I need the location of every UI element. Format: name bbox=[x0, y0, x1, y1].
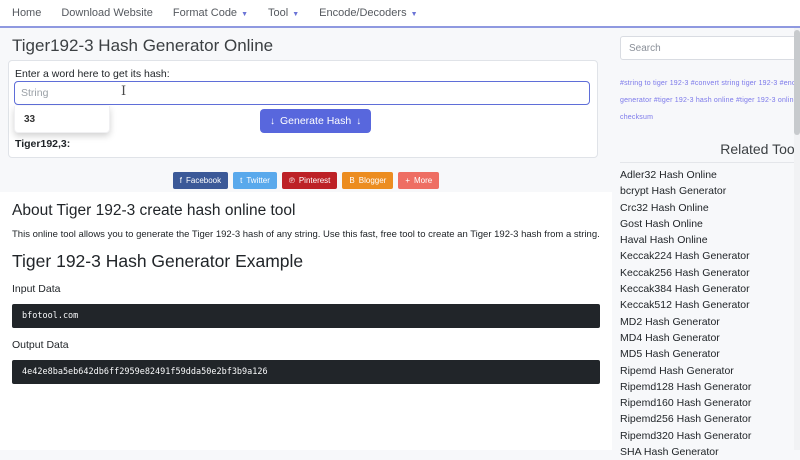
share-pinterest-button[interactable]: ℗ Pinterest bbox=[282, 172, 337, 189]
related-tools-heading: Related Tools bbox=[620, 141, 800, 163]
nav-item-label: Home bbox=[12, 7, 41, 19]
related-tool-link[interactable]: Ripemd128 Hash Generator bbox=[620, 379, 800, 395]
share-button-label: Facebook bbox=[186, 176, 221, 185]
hashtag-line[interactable]: checksum bbox=[620, 109, 800, 126]
related-tool-link[interactable]: Ripemd160 Hash Generator bbox=[620, 395, 800, 411]
scrollbar-track[interactable] bbox=[794, 0, 800, 450]
nav-item[interactable]: Encode/Decoders ▼ bbox=[309, 7, 427, 19]
blogger-icon: B bbox=[349, 176, 354, 185]
hashtag-line[interactable]: generator #tiger 192-3 hash online #tige… bbox=[620, 92, 800, 109]
related-tool-link[interactable]: MD4 Hash Generator bbox=[620, 330, 800, 346]
related-tool-link[interactable]: MD2 Hash Generator bbox=[620, 314, 800, 330]
related-tool-link[interactable]: Keccak384 Hash Generator bbox=[620, 281, 800, 297]
example-input-code-block: bfotool.com bbox=[12, 304, 600, 328]
example-output-code-block: 4e42e8ba5eb642db6ff2959e82491f59dda50e2b… bbox=[12, 360, 600, 384]
related-tool-link[interactable]: Keccak224 Hash Generator bbox=[620, 248, 800, 264]
chevron-down-icon: ▼ bbox=[411, 11, 418, 18]
nav-item[interactable]: Download Website bbox=[51, 7, 163, 19]
top-navbar: Home Download Website Format Code ▼ Tool… bbox=[0, 0, 800, 28]
share-button-label: Twitter bbox=[246, 176, 270, 185]
nav-item[interactable]: Tool ▼ bbox=[258, 7, 309, 19]
input-data-label: Input Data bbox=[12, 283, 600, 295]
down-arrow-icon: ↓ bbox=[270, 116, 275, 127]
string-input[interactable] bbox=[14, 81, 590, 105]
share-button-label: Pinterest bbox=[299, 176, 331, 185]
chevron-down-icon: ▼ bbox=[241, 11, 248, 18]
page-title: Tiger192-3 Hash Generator Online bbox=[12, 36, 273, 56]
share-button-row: f Facebook t Twitter ℗ Pinterest B Blogg… bbox=[0, 172, 612, 189]
hash-result-label: Tiger192,3: bbox=[15, 138, 70, 150]
related-tool-link[interactable]: Crc32 Hash Online bbox=[620, 200, 800, 216]
share-button-label: Blogger bbox=[359, 176, 387, 185]
nav-item-label: Format Code bbox=[173, 7, 237, 19]
chevron-down-icon: ▼ bbox=[292, 11, 299, 18]
suggestion-value: 33 bbox=[24, 114, 35, 125]
plus-icon: + bbox=[405, 176, 410, 185]
generate-hash-button[interactable]: ↓ Generate Hash ↓ bbox=[260, 109, 371, 133]
related-tool-link[interactable]: Haval Hash Online bbox=[620, 232, 800, 248]
nav-item-label: Download Website bbox=[61, 7, 153, 19]
nav-item-label: Tool bbox=[268, 7, 288, 19]
share-blogger-button[interactable]: B Blogger bbox=[342, 172, 393, 189]
related-tool-link[interactable]: Ripemd320 Hash Generator bbox=[620, 428, 800, 444]
example-heading: Tiger 192-3 Hash Generator Example bbox=[12, 251, 600, 272]
related-tool-link[interactable]: Ripemd256 Hash Generator bbox=[620, 411, 800, 427]
scrollbar-thumb[interactable] bbox=[794, 30, 800, 135]
related-tool-link[interactable]: Adler32 Hash Online bbox=[620, 167, 800, 183]
pinterest-icon: ℗ bbox=[289, 176, 295, 185]
related-tool-link[interactable]: Keccak512 Hash Generator bbox=[620, 297, 800, 313]
about-section: About Tiger 192-3 create hash online too… bbox=[0, 192, 612, 450]
nav-item[interactable]: Home bbox=[2, 7, 51, 19]
related-tool-link[interactable]: bcrypt Hash Generator bbox=[620, 183, 800, 199]
twitter-bird-icon: t bbox=[240, 176, 242, 185]
related-tool-link[interactable]: Gost Hash Online bbox=[620, 216, 800, 232]
hashtag-links: #string to tiger 192-3 #convert string t… bbox=[620, 75, 800, 126]
about-paragraph: This online tool allows you to generate … bbox=[12, 229, 600, 240]
about-heading: About Tiger 192-3 create hash online too… bbox=[12, 202, 600, 220]
hashtag-line[interactable]: #string to tiger 192-3 #convert string t… bbox=[620, 75, 800, 92]
related-tools-list: Adler32 Hash Online bcrypt Hash Generato… bbox=[620, 163, 800, 460]
nav-item-label: Encode/Decoders bbox=[319, 7, 406, 19]
related-tool-link[interactable]: Keccak256 Hash Generator bbox=[620, 265, 800, 281]
hash-form-card: Enter a word here to get its hash: I 33 … bbox=[8, 60, 598, 158]
input-instruction-label: Enter a word here to get its hash: bbox=[15, 68, 170, 80]
generate-hash-label: Generate Hash bbox=[280, 115, 351, 127]
facebook-icon: f bbox=[180, 176, 182, 185]
nav-item[interactable]: Format Code ▼ bbox=[163, 7, 258, 19]
related-tool-link[interactable]: SHA Hash Generator bbox=[620, 444, 800, 460]
autocomplete-suggestion[interactable]: 33 bbox=[14, 106, 110, 133]
related-tool-link[interactable]: Ripemd Hash Generator bbox=[620, 363, 800, 379]
share-more-button[interactable]: + More bbox=[398, 172, 439, 189]
sidebar: #string to tiger 192-3 #convert string t… bbox=[620, 28, 800, 460]
down-arrow-icon: ↓ bbox=[356, 116, 361, 127]
share-button-label: More bbox=[414, 176, 432, 185]
related-tool-link[interactable]: MD5 Hash Generator bbox=[620, 346, 800, 362]
output-data-label: Output Data bbox=[12, 339, 600, 351]
share-twitter-button[interactable]: t Twitter bbox=[233, 172, 277, 189]
share-facebook-button[interactable]: f Facebook bbox=[173, 172, 228, 189]
search-input[interactable] bbox=[620, 36, 800, 60]
